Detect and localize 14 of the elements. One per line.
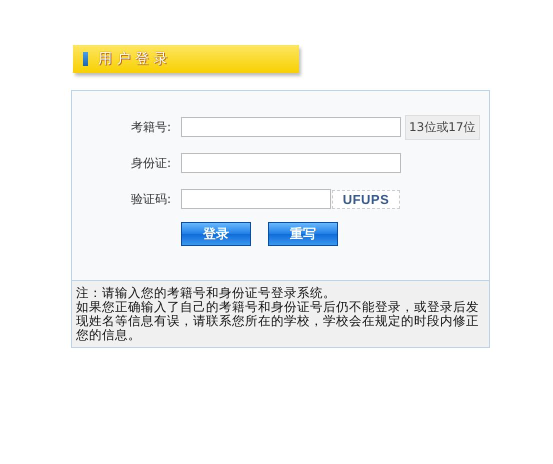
input-field[interactable] xyxy=(181,117,401,137)
input-field[interactable] xyxy=(181,153,401,173)
field-hint: 13位或17位 xyxy=(405,114,480,140)
field-label: 考籍号: xyxy=(130,118,171,136)
bar-icon xyxy=(83,52,88,66)
banner-title: 用 户 登 录 xyxy=(98,50,168,68)
captcha-image: UFUPS xyxy=(332,190,400,208)
reset-button[interactable]: 重写 xyxy=(268,222,338,246)
note-text: 注：请输入您的考籍号和身份证号登录系统。 xyxy=(76,286,337,300)
input-field[interactable] xyxy=(181,189,331,209)
note-text: 如果您正确输入了自己的考籍号和身份证号后仍不能登录，或登录后发现姓名等信息有误，请联系您所在的学校，学校会在规定的时段内修正您的信息。 xyxy=(76,300,480,342)
field-label: 验证码: xyxy=(130,190,171,208)
field-label: 身份证: xyxy=(130,154,171,172)
login-button[interactable]: 登录 xyxy=(181,222,251,246)
